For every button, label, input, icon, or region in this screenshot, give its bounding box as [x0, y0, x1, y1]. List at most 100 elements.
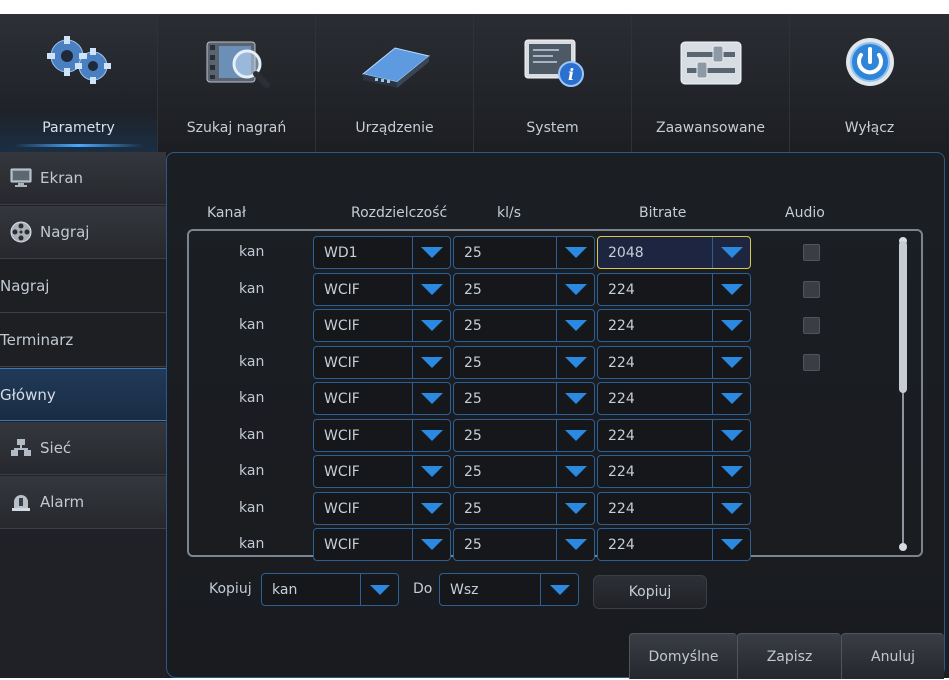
chevron-down-icon [556, 383, 594, 414]
chevron-down-icon [556, 456, 594, 487]
sidebar-item-nagraj-section[interactable]: Nagraj [0, 206, 166, 259]
bitrate-select[interactable]: 224 [597, 528, 751, 561]
chevron-down-icon [712, 456, 750, 487]
tab-parametry[interactable]: Parametry [0, 14, 158, 152]
fps-select[interactable]: 25 [453, 528, 595, 561]
bitrate-select[interactable]: 224 [597, 345, 751, 379]
cancel-button[interactable]: Anuluj [841, 633, 944, 679]
resolution-select[interactable]: WCIF [313, 491, 451, 525]
column-header-channel: Kanał [207, 205, 246, 221]
bitrate-select[interactable]: 224 [597, 272, 751, 306]
copy-target-value: Wsz [450, 582, 479, 598]
chevron-down-icon [712, 346, 750, 378]
sidebar-item-label: Sieć [40, 439, 72, 457]
fps-select[interactable]: 25 [453, 272, 595, 306]
bitrate-select[interactable]: 224 [597, 309, 751, 342]
scrollbar-thumb[interactable] [899, 241, 907, 393]
tab-wylacz[interactable]: Wyłącz [790, 14, 949, 152]
tab-system[interactable]: i System [474, 14, 632, 152]
resolution-select[interactable]: WCIF [313, 418, 451, 452]
chevron-down-icon [412, 346, 450, 378]
fps-select[interactable]: 25 [453, 418, 595, 452]
resolution-select[interactable]: WCIF [313, 528, 451, 561]
sidebar-item-label: Główny [0, 385, 56, 404]
channel-label: kan [239, 244, 265, 260]
scroll-down-dot[interactable] [899, 543, 907, 551]
chevron-down-icon [412, 419, 450, 451]
resolution-value: WCIF [324, 500, 360, 517]
table-row: kan WCIF 25 224 [189, 272, 921, 308]
bitrate-select[interactable]: 224 [597, 491, 751, 525]
resolution-select[interactable]: WCIF [313, 309, 451, 342]
sidebar-item-label: Ekran [40, 169, 84, 187]
chevron-down-icon [556, 237, 594, 268]
bitrate-select[interactable]: 224 [597, 382, 751, 415]
sidebar-item-label: Terminarz [0, 331, 74, 349]
fps-value: 25 [464, 391, 482, 407]
fps-select[interactable]: 25 [453, 491, 595, 525]
bitrate-value: 224 [608, 354, 635, 371]
column-header-bitrate: Bitrate [639, 205, 687, 221]
column-header-resolution: Rozdzielczość [351, 205, 448, 221]
fps-select[interactable]: 25 [453, 309, 595, 342]
chevron-down-icon [556, 529, 594, 560]
chevron-down-icon [412, 237, 450, 268]
sidebar-item-terminarz[interactable]: Terminarz [0, 314, 166, 367]
fps-value: 25 [464, 464, 482, 480]
active-tab-indicator [14, 144, 143, 147]
defaults-button[interactable]: Domyślne [629, 633, 737, 679]
sidebar-item-label: Nagraj [40, 223, 90, 241]
audio-checkbox[interactable] [803, 317, 820, 334]
fps-select[interactable]: 25 [453, 345, 595, 379]
fps-select[interactable]: 25 [453, 455, 595, 488]
bitrate-select[interactable]: 224 [597, 455, 751, 488]
chevron-down-icon [412, 383, 450, 414]
sliders-icon [671, 32, 751, 92]
sidebar-item-siec[interactable]: Sieć [0, 422, 166, 475]
sidebar-item-alarm[interactable]: Alarm [0, 476, 166, 529]
tab-szukaj-nagran[interactable]: Szukaj nagrań [158, 14, 316, 152]
sidebar-item-ekran[interactable]: Ekran [0, 152, 166, 205]
channel-label: kan [239, 280, 265, 297]
resolution-select[interactable]: WCIF [313, 382, 451, 415]
svg-text:i: i [568, 65, 574, 84]
table-row: kan WCIF 25 224 [189, 454, 921, 490]
tab-urzadzenie[interactable]: Urządzenie [316, 14, 474, 152]
alarm-bell-icon [10, 492, 32, 512]
chevron-down-icon [712, 273, 750, 305]
audio-checkbox[interactable] [803, 353, 820, 371]
bitrate-value: 224 [608, 281, 635, 298]
copy-target-select[interactable]: Wsz [439, 573, 579, 606]
copy-button[interactable]: Kopiuj [593, 575, 707, 609]
sidebar: Ekran Nagraj Nagraj Terminarz Główny Sie… [0, 152, 166, 678]
chevron-down-icon [712, 310, 750, 341]
chevron-down-icon [412, 310, 450, 341]
copy-label: Kopiuj [209, 581, 252, 597]
sidebar-item-nagraj[interactable]: Nagraj [0, 260, 166, 313]
channel-label: kan [239, 463, 265, 479]
resolution-value: WCIF [324, 464, 360, 480]
audio-checkbox[interactable] [803, 280, 820, 298]
bitrate-select[interactable]: 2048 [597, 236, 751, 269]
sidebar-item-glowny[interactable]: Główny [0, 368, 166, 421]
resolution-select[interactable]: WCIF [313, 272, 451, 306]
table-row: kan WCIF 25 224 [189, 345, 921, 381]
fps-select[interactable]: 25 [453, 382, 595, 415]
film-search-icon [197, 32, 277, 92]
resolution-select[interactable]: WD1 [313, 236, 451, 269]
resolution-value: WCIF [324, 391, 360, 407]
copy-source-select[interactable]: kan [261, 573, 399, 606]
table-scrollbar[interactable] [898, 237, 908, 551]
bitrate-select[interactable]: 224 [597, 418, 751, 452]
chevron-down-icon [712, 383, 750, 414]
resolution-select[interactable]: WCIF [313, 345, 451, 379]
tab-zaawansowane[interactable]: Zaawansowane [632, 14, 790, 152]
fps-select[interactable]: 25 [453, 236, 595, 269]
resolution-select[interactable]: WCIF [313, 455, 451, 488]
tab-label: Parametry [42, 120, 115, 136]
table-row: kan WCIF 25 224 [189, 381, 921, 417]
chevron-down-icon [712, 419, 750, 451]
save-button[interactable]: Zapisz [737, 633, 841, 679]
chevron-down-icon [412, 456, 450, 487]
audio-checkbox[interactable] [803, 244, 820, 261]
